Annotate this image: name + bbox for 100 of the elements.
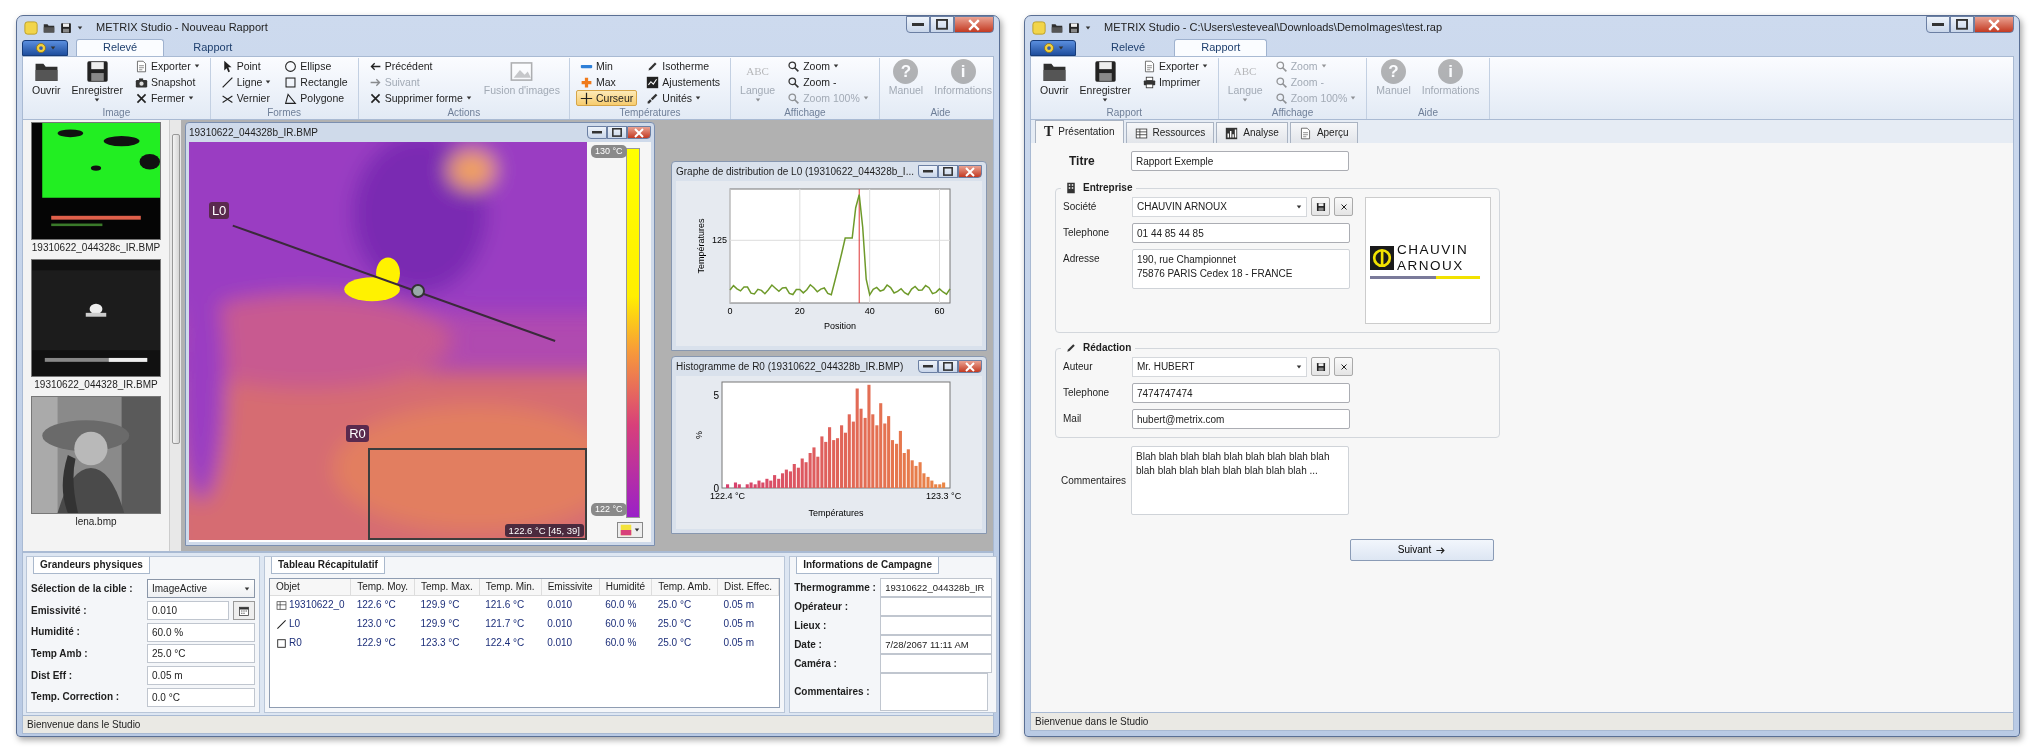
ribbon-button[interactable]: Rectangle [280,74,352,90]
ribbon-button[interactable]: Point [216,58,276,74]
column-header[interactable]: Temp. Amb. [651,579,718,596]
combo-box[interactable]: Mr. HUBERT [1132,357,1307,377]
panel-tab[interactable]: Tableau Récapitulatif [271,557,385,574]
ribbon-button[interactable]: Ajustements [642,74,725,90]
quick-access-menu[interactable] [77,24,83,31]
column-header[interactable]: Temp. Moy. [350,579,415,596]
ribbon-button[interactable]: Polygone [280,90,352,106]
ribbon-button[interactable]: Snapshot [130,74,204,90]
palette-button[interactable] [617,522,643,538]
maximize-button[interactable] [930,16,954,33]
save-button[interactable] [1311,357,1330,376]
column-header[interactable]: Dist. Effec. [717,579,779,596]
input-field[interactable]: 01 44 85 44 85 [1132,223,1350,243]
scrollbar[interactable] [169,120,181,551]
ribbon-button[interactable]: Zoom [783,58,873,74]
ribbon-button[interactable]: Fermer [130,90,204,106]
ribbon-tab[interactable]: Rapport [1174,39,1268,56]
minimize-button[interactable] [1926,16,1950,33]
input-field[interactable] [880,654,993,673]
input-field[interactable]: 0.010 [147,601,229,620]
polygon-icon [284,91,298,105]
column-header[interactable]: Emissivite [541,579,600,596]
ribbon-button[interactable]: Ligne [216,74,276,90]
column-header[interactable]: Humidité [599,579,652,596]
panel-tab[interactable]: Informations de Campagne [796,557,940,574]
application-menu-button[interactable] [1030,40,1076,56]
application-menu-button[interactable] [22,40,68,56]
input-field[interactable]: 7474747474 [1132,383,1350,403]
ribbon-button[interactable]: Isotherme [642,58,725,74]
tick-label: 40 [864,306,875,316]
quick-save-button[interactable] [60,21,72,34]
ribbon-tab[interactable]: Relevé [76,39,165,56]
ribbon-button[interactable]: Unités [642,90,725,106]
input-field[interactable]: 19310622_044328b_IR [880,578,993,597]
quick-save-button[interactable] [1068,21,1080,34]
ribbon-button[interactable]: Enregistrer [68,58,126,107]
picker-button[interactable] [233,601,255,620]
scrollbar-thumb[interactable] [171,134,180,444]
ribbon-button[interactable]: Exporter [1138,58,1212,74]
ribbon-button[interactable]: Ouvrir [29,58,64,107]
ribbon-tab[interactable]: Relevé [1084,39,1173,56]
input-field[interactable]: 60.0 % [147,622,255,642]
ribbon-tab[interactable]: Rapport [166,39,260,56]
quick-access-menu[interactable] [1085,24,1091,31]
tab[interactable]: T Présentation [1035,120,1124,143]
maximize-button[interactable] [607,126,627,139]
next-button[interactable]: Suivant [1350,539,1494,561]
measure-line[interactable] [231,224,557,342]
close-button[interactable] [627,126,651,139]
ribbon-button[interactable]: Ellipse [280,58,352,74]
clear-button[interactable] [1334,357,1353,376]
ribbon-button[interactable]: Max [575,74,638,90]
input-field[interactable]: hubert@metrix.com [1132,409,1350,429]
minimize-button[interactable] [918,360,938,373]
ribbon-button[interactable]: Précédent [364,58,476,74]
dropdown[interactable]: ImageActive [147,579,255,599]
ribbon-button[interactable]: Ouvrir [1037,58,1072,107]
quick-open-button[interactable] [1051,21,1063,34]
input-field[interactable] [880,616,993,635]
input-field[interactable]: 7/28/2067 11:11 AM [880,635,993,654]
close-button[interactable] [958,360,982,373]
save-button[interactable] [1311,197,1330,216]
input-field[interactable]: Rapport Exemple [1131,151,1349,171]
ribbon-button[interactable]: Zoom - [783,74,873,90]
close-button[interactable] [1974,16,2014,33]
ribbon-button[interactable]: Min [575,58,638,74]
maximize-button[interactable] [1950,16,1974,33]
text-area[interactable]: Blah blah blah blah blah blah blah blah blah blah blah blah blah blah blah blah blah ... [1131,446,1349,515]
tick-label: 5 [713,390,719,402]
input-field[interactable]: 25.0 °C [147,644,255,664]
column-header[interactable]: Temp. Min. [479,579,542,596]
input-field[interactable] [880,597,993,616]
combo-box[interactable]: CHAUVIN ARNOUX [1132,197,1307,217]
close-button[interactable] [958,165,982,178]
text-area[interactable]: 190, rue Championnet 75876 PARIS Cedex 18 - FRANCE [1132,249,1350,289]
region-rectangle[interactable] [368,448,587,540]
input-field[interactable]: 0.05 m [147,666,255,685]
column-header[interactable]: Temp. Max. [414,579,480,596]
ribbon-button[interactable]: Vernier [216,90,276,106]
close-button[interactable] [954,16,994,33]
clear-button[interactable] [1334,197,1353,216]
ribbon-button[interactable]: Imprimer [1138,74,1212,90]
minimize-button[interactable] [587,126,607,139]
tab[interactable]: Ressources [1125,122,1215,143]
input-field[interactable]: 0.0 °C [147,687,255,707]
panel-tab[interactable]: Grandeurs physiques [33,557,150,574]
column-header[interactable]: Objet [270,579,351,596]
ribbon-button[interactable]: Supprimer forme [364,90,476,106]
maximize-button[interactable] [938,360,958,373]
quick-open-button[interactable] [43,21,55,34]
maximize-button[interactable] [938,165,958,178]
ribbon-button[interactable]: Curseur [575,90,638,106]
ribbon-button[interactable]: Exporter [130,58,204,74]
tab[interactable]: Aperçu [1289,122,1358,143]
minimize-button[interactable] [918,165,938,178]
tab[interactable]: Analyse [1216,122,1288,143]
ribbon-button[interactable]: Enregistrer [1076,58,1134,107]
minimize-button[interactable] [906,16,930,33]
